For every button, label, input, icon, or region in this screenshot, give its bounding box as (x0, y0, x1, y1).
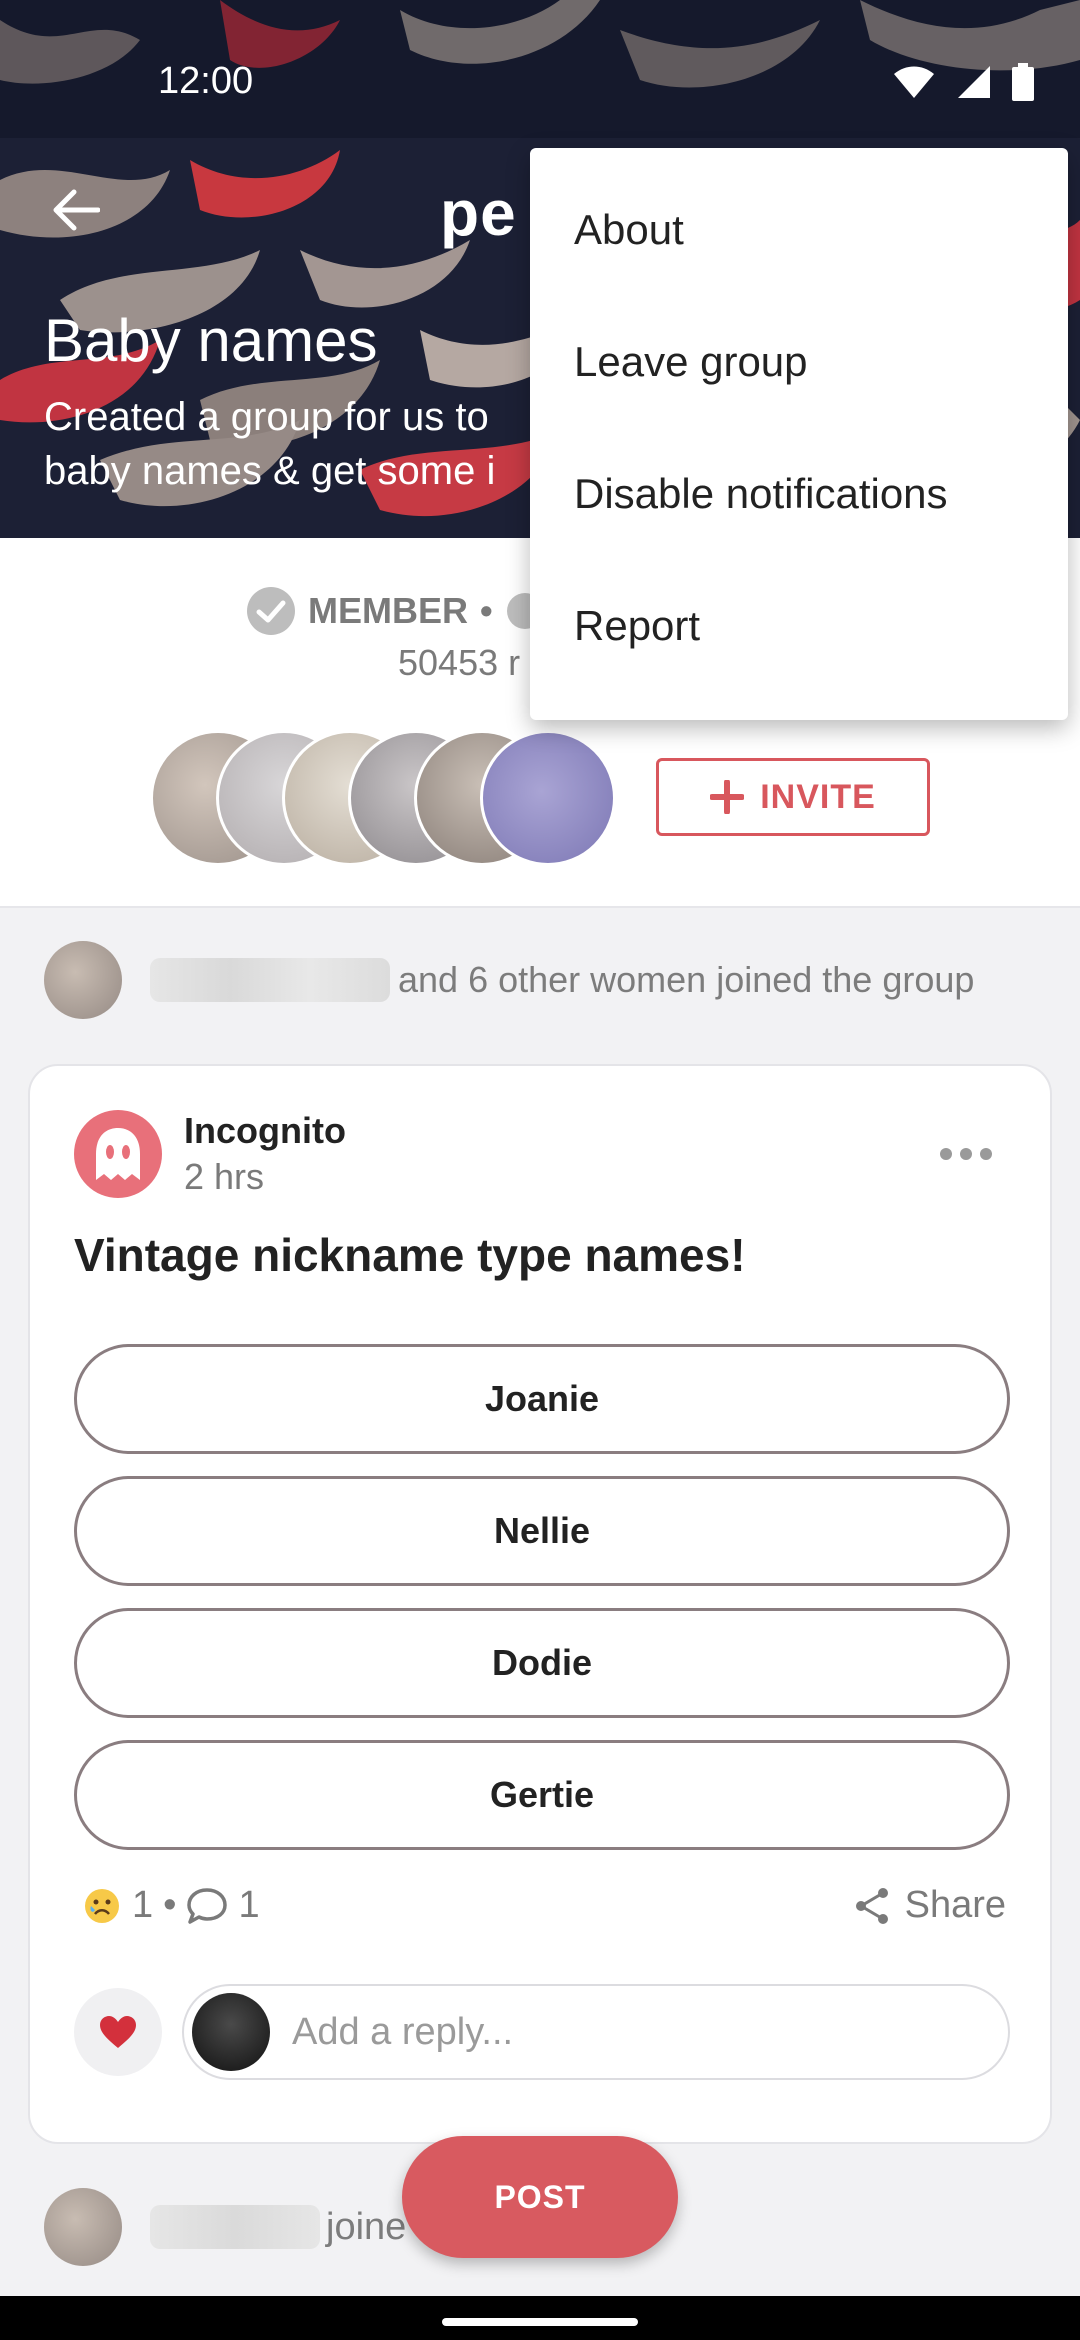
home-handle[interactable] (442, 2318, 638, 2326)
join-activity[interactable]: joine (44, 2188, 406, 2266)
app-root: 12:00 pe Baby names Created a group for … (0, 0, 1080, 2340)
avatar (44, 941, 122, 1019)
plus-icon (710, 780, 745, 814)
dot (960, 1148, 972, 1160)
comment-count: 1 (238, 1884, 260, 1926)
overflow-menu: About Leave group Disable notifications … (530, 148, 1068, 720)
more-options-button[interactable] (940, 1148, 992, 1160)
author-avatar (74, 1110, 162, 1198)
poll-option[interactable]: Nellie (74, 1476, 1010, 1586)
sad-face-icon (85, 1888, 119, 1923)
activity-text: and 6 other women joined the group (398, 959, 975, 1000)
group-description-line: Created a group for us to (44, 395, 489, 439)
poll-options: Joanie Nellie Dodie Gertie (74, 1344, 1010, 1872)
post-title: Vintage nickname type names! (74, 1229, 746, 1281)
share-label: Share (904, 1884, 1006, 1926)
dot (940, 1148, 952, 1160)
reply-placeholder: Add a reply... (292, 2010, 514, 2053)
wifi-icon (894, 66, 934, 98)
blurred-username (150, 2205, 320, 2249)
author-name: Incognito (184, 1110, 346, 1151)
join-activity[interactable]: and 6 other women joined the group (44, 940, 1054, 1020)
post-button[interactable]: POST (402, 2136, 678, 2258)
brand-logo: pe (440, 177, 517, 249)
menu-item-leave-group[interactable]: Leave group (530, 296, 1068, 428)
check-circle-icon (247, 587, 295, 635)
signal-icon (958, 66, 990, 98)
reply-input[interactable]: Add a reply... (182, 1984, 1010, 2080)
group-title: Baby names (44, 307, 378, 374)
user-avatar (192, 1993, 270, 2071)
comment-icon (187, 1887, 228, 1924)
menu-item-about[interactable]: About (530, 164, 1068, 296)
share-icon (855, 1887, 888, 1924)
share-button[interactable]: Share (853, 1884, 1006, 1927)
group-description: Created a group for us to baby names & g… (44, 390, 604, 498)
blurred-username (150, 958, 390, 1002)
reaction-count: 1 (132, 1884, 154, 1926)
ghost-icon (96, 1128, 140, 1180)
membership-row: MEMBER • (246, 586, 545, 636)
membership-status: MEMBER (308, 590, 468, 631)
poll-option[interactable]: Joanie (74, 1344, 1010, 1454)
status-time: 12:00 (158, 60, 254, 102)
battery-icon (1012, 63, 1034, 101)
dot (980, 1148, 992, 1160)
poll-option[interactable]: Dodie (74, 1608, 1010, 1718)
post-time: 2 hrs (184, 1156, 265, 1197)
status-bar: 12:00 (0, 0, 1080, 138)
separator-dot: • (480, 590, 493, 631)
activity-text: joine (326, 2205, 407, 2248)
member-avatar (480, 730, 616, 866)
group-description-line: baby names & get some i (44, 449, 496, 493)
menu-item-disable-notifications[interactable]: Disable notifications (530, 428, 1068, 560)
poll-option[interactable]: Gertie (74, 1740, 1010, 1850)
heart-icon (100, 2016, 136, 2048)
like-button[interactable] (74, 1988, 162, 2076)
arrow-left-icon (53, 189, 100, 231)
post-card: Incognito 2 hrs Vintage nickname type na… (28, 1064, 1052, 2144)
member-avatars[interactable] (150, 730, 620, 866)
status-icons (892, 62, 1034, 102)
separator-dot: • (163, 1884, 177, 1926)
member-count: 50453 r (398, 642, 521, 683)
invite-button[interactable]: INVITE (656, 758, 930, 836)
avatar (44, 2188, 122, 2266)
menu-item-report[interactable]: Report (530, 560, 1068, 692)
post-stats[interactable]: 1 • 1 (82, 1884, 260, 1927)
invite-label: INVITE (760, 777, 876, 816)
back-button[interactable] (44, 178, 108, 242)
